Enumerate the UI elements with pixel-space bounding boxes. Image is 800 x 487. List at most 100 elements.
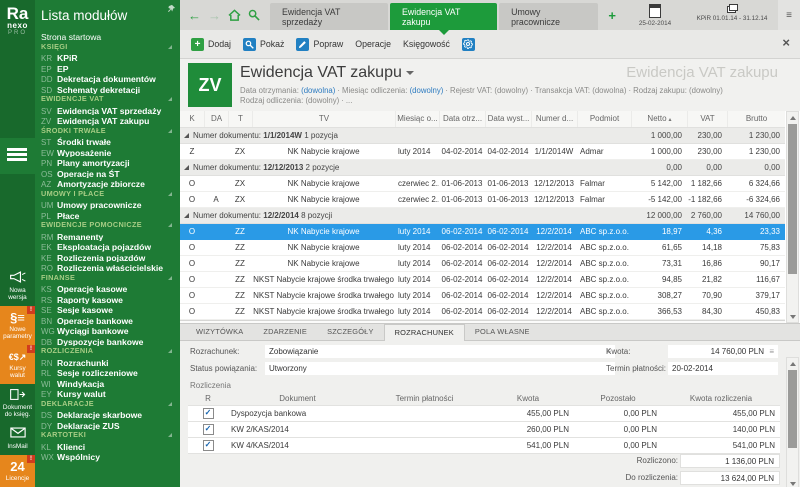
sidebar-section-umowy-i-p-ace[interactable]: UMOWY I PŁACE: [41, 189, 178, 200]
rozliczenia-row[interactable]: ✓Dyspozycja bankowa455,00 PLN0,00 PLN455…: [188, 405, 780, 422]
table-group-row[interactable]: Numer dokumentu: 12/12/2013 2 pozycje0,0…: [180, 160, 785, 176]
checkbox-checked-icon[interactable]: ✓: [203, 440, 214, 451]
back-icon[interactable]: ←: [188, 9, 201, 22]
column-header-month[interactable]: Miesiąc o...: [395, 111, 439, 127]
sidebar-section-ewidencje-pomocnicze[interactable]: EWIDENCJE POMOCNICZE: [41, 220, 178, 231]
column-header-received[interactable]: Data otrz...: [439, 111, 485, 127]
sidebar-item-ks[interactable]: KSOperacje kasowe: [41, 283, 178, 294]
table-row[interactable]: OZZNK Nabycie krajoweluty 201406-02-2014…: [180, 224, 785, 240]
sidebar-section-deklaracje[interactable]: DEKLARACJE: [41, 399, 178, 410]
sidebar-item-pl[interactable]: PLPłace: [41, 210, 178, 221]
window-menu-button[interactable]: ≡: [778, 0, 800, 30]
accounting-button[interactable]: Księgowość: [400, 37, 453, 51]
table-group-row[interactable]: Numer dokumentu: 12/2/2014 8 pozycji12 0…: [180, 208, 785, 224]
scroll-down-icon[interactable]: [787, 311, 798, 322]
rozrachunek-select[interactable]: Zobowiązanie ≡: [265, 345, 615, 358]
rail-badge-licencje[interactable]: ! 24 Licencje: [0, 455, 35, 487]
sidebar-item-kl[interactable]: KLKlienci: [41, 441, 178, 452]
search-icon[interactable]: [248, 9, 260, 21]
period-widget[interactable]: KPiR 01.01.14 - 31.12.14: [686, 0, 778, 30]
checkbox-checked-icon[interactable]: ✓: [203, 424, 214, 435]
sidebar-item-rn[interactable]: RNRozrachunki: [41, 357, 178, 368]
sidebar-item-ke[interactable]: KERozliczenia pojazdów: [41, 252, 178, 263]
sidebar-item-wi[interactable]: WIWindykacja: [41, 378, 178, 389]
table-row[interactable]: OAZXNK Nabycie krajoweczerwiec 2...01-06…: [180, 192, 785, 208]
sidebar-item-db[interactable]: DBDyspozycje bankowe: [41, 336, 178, 347]
sidebar-item-bn[interactable]: BNOperacje bankowe: [41, 315, 178, 326]
filter-value[interactable]: (dowolna): [301, 86, 335, 95]
tab-szczegoly[interactable]: SZCZEGÓŁY: [317, 324, 384, 340]
rail-badge-nowa-wersja[interactable]: Nowa wersja: [0, 267, 35, 306]
scrollbar-thumb[interactable]: [788, 370, 797, 448]
sidebar-item-ew[interactable]: EWWyposażenie: [41, 147, 178, 158]
rozliczenia-row[interactable]: ✓KW 2/KAS/2014260,00 PLN0,00 PLN140,00 P…: [188, 422, 780, 438]
scrollbar-thumb[interactable]: [788, 124, 797, 274]
tab-ewidencja-vat-zakupu[interactable]: Ewidencja VAT zakupu: [390, 3, 497, 30]
rail-badge-dokument-do-ksieg[interactable]: Dokument do księg.: [0, 384, 35, 423]
sidebar-item-ro[interactable]: RORozliczenia właścicielskie: [41, 262, 178, 273]
sidebar-section--rodki-trwa-e[interactable]: ŚRODKI TRWAŁE: [41, 126, 178, 137]
sidebar-item-rm[interactable]: RMRemanenty: [41, 231, 178, 242]
sidebar-item-wx[interactable]: WXWspólnicy: [41, 451, 178, 462]
rail-badge-nowe-parametry[interactable]: ! §≡ Nowe parametry: [0, 306, 35, 345]
edit-button[interactable]: Popraw: [293, 36, 346, 53]
table-row[interactable]: OZZNK Nabycie krajoweluty 201406-02-2014…: [180, 240, 785, 256]
sidebar-item-os[interactable]: OSOperacje na ŚT: [41, 168, 178, 179]
column-header-t[interactable]: T: [228, 111, 252, 127]
table-group-row[interactable]: Numer dokumentu: 1/1/2014W 1 pozycja1 00…: [180, 128, 785, 144]
checkbox-checked-icon[interactable]: ✓: [203, 408, 214, 419]
sidebar-item-pn[interactable]: PNPlany amortyzacji: [41, 157, 178, 168]
rail-badge-insmail[interactable]: InsMail: [0, 423, 35, 455]
tab-zdarzenie[interactable]: ZDARZENIE: [253, 324, 317, 340]
add-button[interactable]: + Dodaj: [188, 36, 234, 53]
sidebar-section-rozliczenia[interactable]: ROZLICZENIA: [41, 346, 178, 357]
filter-value[interactable]: (dowolny): [494, 86, 528, 95]
tab-umowy-pracownicze[interactable]: Umowy pracownicze: [499, 3, 598, 30]
sidebar-item-um[interactable]: UMUmowy pracownicze: [41, 199, 178, 210]
sidebar-item-se[interactable]: SESesje kasowe: [41, 304, 178, 315]
sidebar-item-wg[interactable]: WGWyciągi bankowe: [41, 325, 178, 336]
filter-value[interactable]: (dowolna): [592, 86, 626, 95]
operations-button[interactable]: Operacje: [352, 37, 394, 51]
filter-value[interactable]: (dowolny): [689, 86, 723, 95]
filter-value[interactable]: (dowolny): [410, 86, 444, 95]
sidebar-item-ep[interactable]: EPEP: [41, 63, 178, 74]
sidebar-item-rl[interactable]: RLSesje rozliczeniowe: [41, 367, 178, 378]
tab-pola-wlasne[interactable]: POLA WŁASNE: [465, 324, 540, 340]
column-header-netto[interactable]: Netto▴: [631, 111, 687, 127]
table-row[interactable]: OZZNKST Nabycie krajowe środka trwałegol…: [180, 272, 785, 288]
scroll-up-icon[interactable]: [787, 358, 798, 369]
settings-button[interactable]: [459, 36, 478, 53]
table-row[interactable]: ZZXNK Nabycie krajoweluty 201404-02-2014…: [180, 144, 785, 160]
scroll-up-icon[interactable]: [787, 112, 798, 123]
table-row[interactable]: OZZNK Nabycie krajoweluty 201406-02-2014…: [180, 256, 785, 272]
column-header-da[interactable]: DA: [204, 111, 228, 127]
column-header-brutto[interactable]: Brutto: [727, 111, 785, 127]
filter-value[interactable]: (dowolny): [305, 96, 339, 105]
rail-badge-kursy-walut[interactable]: ! €$↗ Kursy walut: [0, 345, 35, 384]
sidebar-item-kr[interactable]: KRKPiR: [41, 52, 178, 63]
modules-menu-button[interactable]: [0, 138, 35, 174]
tab-rozrachunek[interactable]: ROZRACHUNEK: [384, 324, 465, 341]
table-row[interactable]: OZZNKST Nabycie krajowe środka trwałegol…: [180, 288, 785, 304]
tab-ewidencja-vat-sprzedazy[interactable]: Ewidencja VAT sprzedaży: [270, 3, 388, 30]
rozliczenia-row[interactable]: ✓KW 4/KAS/2014541,00 PLN0,00 PLN541,00 P…: [188, 438, 780, 454]
new-tab-button[interactable]: +: [600, 0, 624, 30]
sidebar-section-ewidencje-vat[interactable]: EWIDENCJE VAT: [41, 94, 178, 105]
table-row[interactable]: OZZNKST Nabycie krajowe środka trwałegol…: [180, 304, 785, 320]
work-date-widget[interactable]: 25-02-2014: [624, 0, 686, 30]
sidebar-section-finanse[interactable]: FINANSE: [41, 273, 178, 284]
column-header-issued[interactable]: Data wyst...: [485, 111, 531, 127]
pin-icon[interactable]: [167, 4, 176, 13]
sidebar-item-st[interactable]: STŚrodki trwałe: [41, 136, 178, 147]
module-title[interactable]: Ewidencja VAT zakupu: [240, 64, 414, 82]
sidebar-item-az[interactable]: AZAmortyzacje zbiorcze: [41, 178, 178, 189]
sidebar-section-kartoteki[interactable]: KARTOTEKI: [41, 430, 178, 441]
kwota-field[interactable]: 14 760,00 PLN ≡: [668, 345, 778, 358]
sidebar-item-ds[interactable]: DSDeklaracje skarbowe: [41, 409, 178, 420]
sidebar-item-strona-startowa[interactable]: Strona startowa: [41, 31, 178, 42]
sidebar-item-zv[interactable]: ZVEwidencja VAT zakupu: [41, 115, 178, 126]
home-icon[interactable]: [228, 9, 241, 21]
column-header-tv[interactable]: TV: [252, 111, 395, 127]
table-row[interactable]: OZXNK Nabycie krajoweczerwiec 2...01-06-…: [180, 176, 785, 192]
